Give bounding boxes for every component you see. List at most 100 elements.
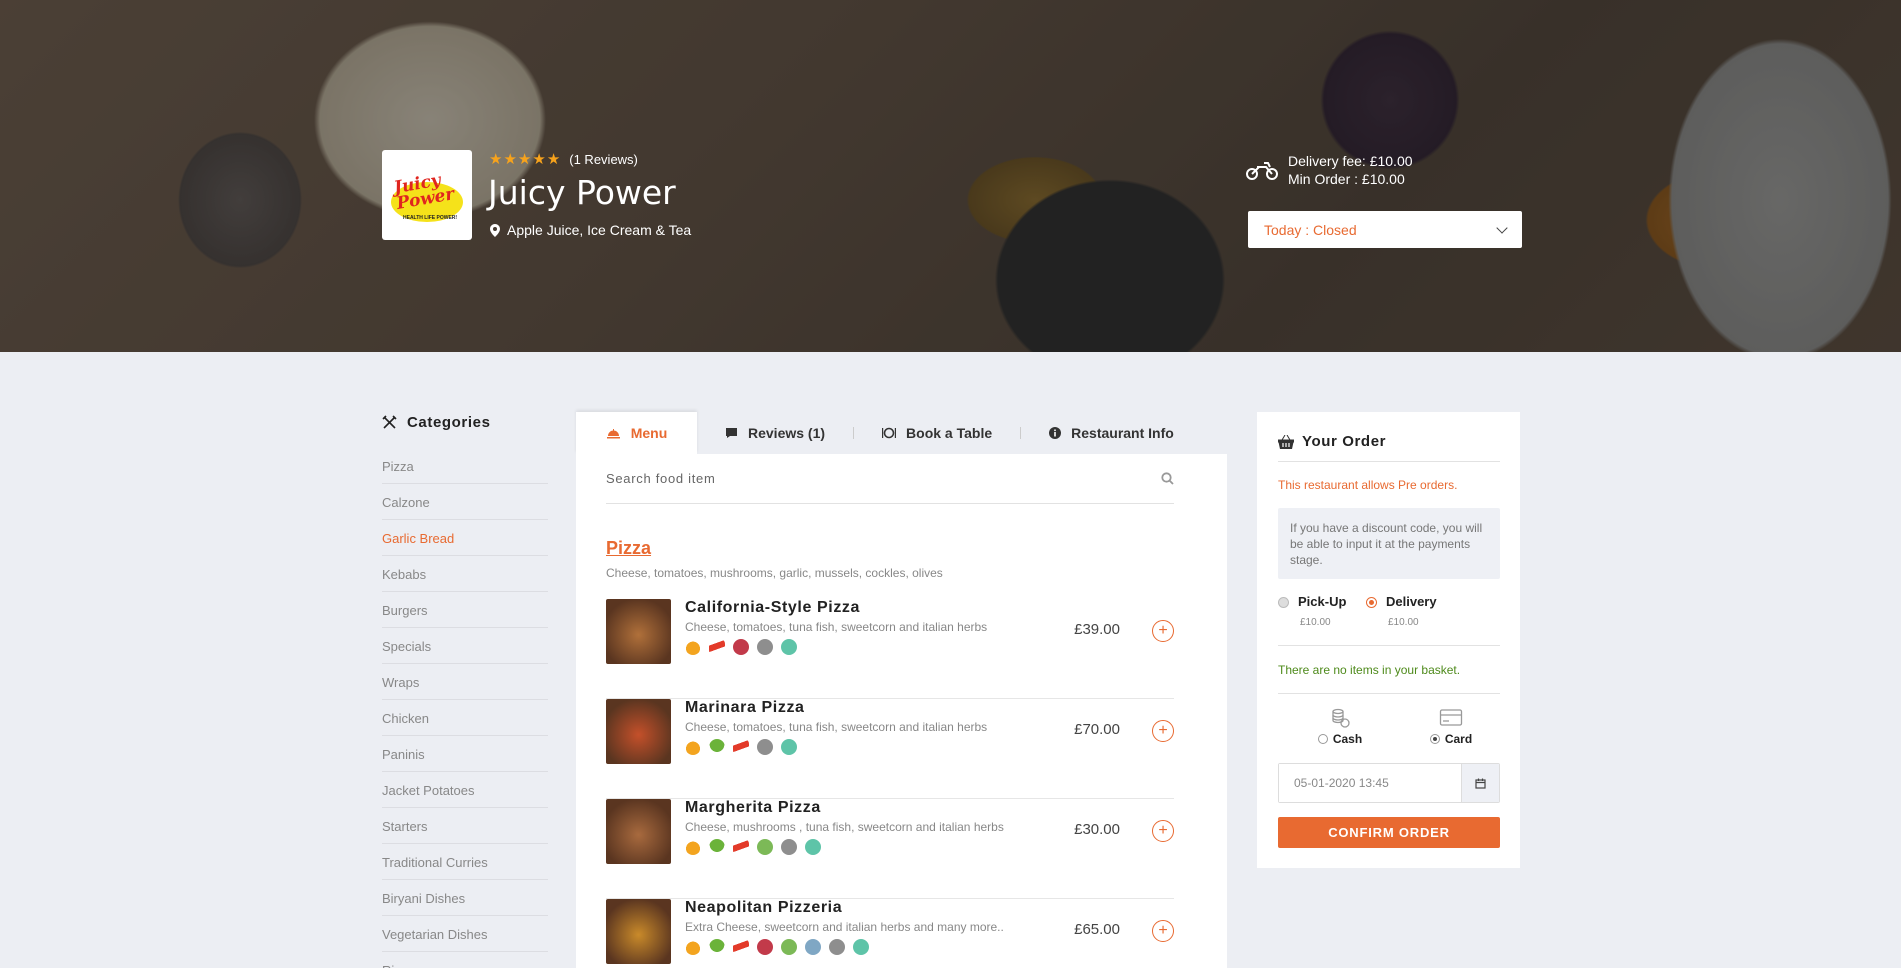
credit-card-icon <box>1439 709 1463 726</box>
blue-icon <box>805 939 821 955</box>
calendar-button[interactable] <box>1461 764 1499 802</box>
category-item[interactable]: Chicken <box>382 700 548 736</box>
category-item[interactable]: Vegetarian Dishes <box>382 916 548 952</box>
onion-icon <box>685 939 701 955</box>
food-image <box>606 899 671 964</box>
menu-panel: Pizza Cheese, tomatoes, mushrooms, garli… <box>576 454 1227 968</box>
search-input[interactable] <box>606 471 1106 486</box>
teal-icon <box>805 839 821 855</box>
tab-reviews[interactable]: Reviews (1) <box>697 412 853 454</box>
broccoli-icon <box>709 739 725 755</box>
star-icon: ★ <box>546 151 561 168</box>
item-price: £30.00 <box>1074 821 1120 838</box>
comment-icon <box>726 428 737 438</box>
menu-item[interactable]: California-Style Pizza Cheese, tomatoes, … <box>606 599 1174 699</box>
menu-item[interactable]: Neapolitan Pizzeria Extra Cheese, sweetco… <box>606 899 1174 968</box>
cash-option[interactable]: Cash <box>1310 708 1370 746</box>
card-label: Card <box>1444 732 1473 746</box>
category-item[interactable]: Rice <box>382 952 548 968</box>
datetime-field <box>1278 763 1500 803</box>
delivery-option[interactable]: Delivery £10.00 <box>1366 594 1437 628</box>
category-item[interactable]: Paninis <box>382 736 548 772</box>
item-name: Marinara Pizza <box>685 699 805 716</box>
item-price: £39.00 <box>1074 621 1120 638</box>
opening-hours-select[interactable]: Today : Closed <box>1248 211 1522 248</box>
order-title: Your Order <box>1302 433 1387 450</box>
restaurant-name: Juicy Power <box>488 173 676 212</box>
rating: ★ ★ ★ ★ ★ (1 Reviews) <box>489 150 638 168</box>
add-item-button[interactable]: + <box>1152 720 1174 742</box>
add-item-button[interactable]: + <box>1152 920 1174 942</box>
tab-menu-label: Menu <box>630 425 668 441</box>
cash-label: Cash <box>1332 732 1363 746</box>
chili-icon <box>733 839 749 855</box>
delivery-label: Delivery <box>1386 594 1437 609</box>
divider <box>1278 693 1500 694</box>
delivery-fee-label: £10.00 <box>1388 617 1419 628</box>
green-icon <box>757 839 773 855</box>
datetime-input[interactable] <box>1279 764 1461 802</box>
pickup-label: Pick-Up <box>1298 594 1347 609</box>
tab-book-table[interactable]: Book a Table <box>854 412 1020 454</box>
item-name: Margherita Pizza <box>685 799 821 816</box>
menu-item[interactable]: Marinara Pizza Cheese, tomatoes, tuna fis… <box>606 699 1174 799</box>
dietary-icons <box>685 639 805 655</box>
today-status: Today : Closed <box>1264 221 1357 238</box>
category-item[interactable]: Traditional Curries <box>382 844 548 880</box>
grey-icon <box>757 639 773 655</box>
divider <box>1278 645 1500 646</box>
food-image <box>606 599 671 664</box>
heart-icon <box>733 639 749 655</box>
card-radio[interactable] <box>1429 734 1440 744</box>
restaurant-tags-text: Apple Juice, Ice Cream & Tea <box>507 222 692 238</box>
onion-icon <box>685 739 701 755</box>
heart-icon <box>757 939 773 955</box>
confirm-order-button[interactable]: CONFIRM ORDER <box>1278 817 1500 848</box>
category-item[interactable]: Kebabs <box>382 556 548 592</box>
category-item[interactable]: Garlic Bread <box>382 520 548 556</box>
green-icon <box>781 939 797 955</box>
add-item-button[interactable]: + <box>1152 620 1174 642</box>
item-description: Cheese, tomatoes, tuna fish, sweetcorn a… <box>685 720 988 734</box>
category-list: Pizza Calzone Garlic Bread Kebabs Burgers Spe… <box>382 448 548 968</box>
category-item[interactable]: Starters <box>382 808 548 844</box>
delivery-fee: Delivery fee: £10.00 <box>1288 153 1413 169</box>
category-item[interactable]: Specials <box>382 628 548 664</box>
reviews-count[interactable]: (1 Reviews) <box>569 152 638 167</box>
item-name: Neapolitan Pizzeria <box>685 899 843 916</box>
category-item[interactable]: Pizza <box>382 448 548 484</box>
menu-item[interactable]: Margherita Pizza Cheese, mushrooms , tuna… <box>606 799 1174 899</box>
grey-icon <box>757 739 773 755</box>
section-description: Cheese, tomatoes, mushrooms, garlic, mus… <box>606 566 943 580</box>
search-icon[interactable] <box>1161 472 1174 485</box>
cloche-icon <box>606 429 620 439</box>
order-panel: Your Order This restaurant allows Pre or… <box>1257 412 1520 868</box>
chili-icon <box>733 739 749 755</box>
tab-menu[interactable]: Menu <box>576 412 697 454</box>
dining-icon <box>882 427 897 439</box>
card-option[interactable]: Card <box>1421 708 1481 746</box>
category-item[interactable]: Jacket Potatoes <box>382 772 548 808</box>
cutlery-icon <box>382 414 397 429</box>
food-image <box>606 699 671 764</box>
delivery-radio[interactable] <box>1366 597 1377 608</box>
restaurant-tags: Apple Juice, Ice Cream & Tea <box>490 222 691 238</box>
category-item[interactable]: Wraps <box>382 664 548 700</box>
category-item[interactable]: Biryani Dishes <box>382 880 548 916</box>
tab-reviews-label: Reviews (1) <box>748 425 826 441</box>
coins-icon <box>1332 708 1350 728</box>
location-pin-icon <box>490 223 500 237</box>
section-title[interactable]: Pizza <box>606 538 651 559</box>
tab-restaurant-info[interactable]: Restaurant Info <box>1021 412 1202 454</box>
star-icon: ★ <box>489 151 503 168</box>
cash-radio[interactable] <box>1317 734 1328 744</box>
pickup-radio[interactable] <box>1278 597 1289 608</box>
category-item[interactable]: Burgers <box>382 592 548 628</box>
min-order: Min Order : £10.00 <box>1288 171 1405 187</box>
add-item-button[interactable]: + <box>1152 820 1174 842</box>
star-icon: ★ <box>532 151 546 168</box>
chevron-down-icon <box>1496 221 1508 234</box>
item-description: Cheese, mushrooms , tuna fish, sweetcorn… <box>685 820 1004 834</box>
pickup-option[interactable]: Pick-Up £10.00 <box>1278 594 1346 628</box>
category-item[interactable]: Calzone <box>382 484 548 520</box>
